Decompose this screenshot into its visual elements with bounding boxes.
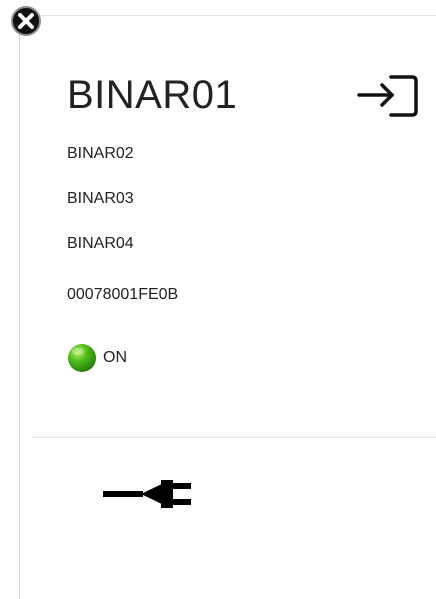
close-icon[interactable] (10, 5, 42, 37)
section-divider (31, 437, 436, 438)
sign-in-icon[interactable] (355, 73, 419, 119)
device-detail-screen: BINAR01 BINAR02 BINAR03 BINAR04 00078001… (0, 0, 436, 599)
power-plug-icon[interactable] (103, 474, 195, 514)
status-label: ON (103, 349, 127, 366)
device-line-3: BINAR04 (67, 235, 134, 252)
status-indicator: ON (67, 343, 127, 373)
device-line-1: BINAR02 (67, 145, 134, 162)
device-line-2: BINAR03 (67, 190, 134, 207)
status-led-icon (68, 344, 96, 372)
device-title: BINAR01 (67, 73, 238, 117)
device-id: 00078001FE0B (67, 286, 179, 303)
